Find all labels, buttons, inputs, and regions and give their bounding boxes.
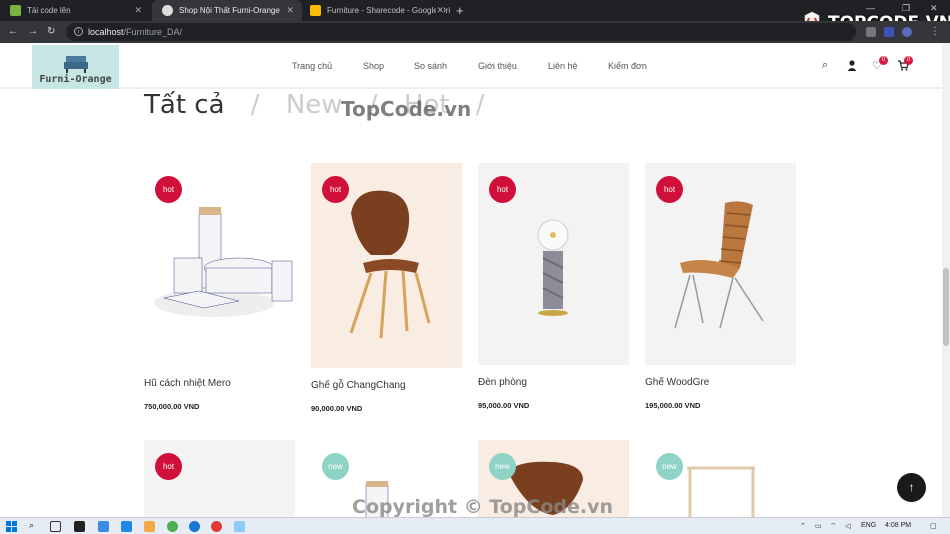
filter-separator: / bbox=[250, 90, 260, 120]
browser-toolbar: ← → ↻ i localhost/Furniture_DA/ ⋮ bbox=[0, 21, 950, 43]
badge-hot: hot bbox=[489, 176, 516, 203]
rack-illustration bbox=[687, 466, 755, 520]
product-image[interactable]: hot bbox=[144, 163, 295, 326]
network-icon[interactable]: ⌔ bbox=[830, 522, 837, 531]
back-icon[interactable]: ← bbox=[8, 26, 18, 37]
nav-about[interactable]: Giới thiệu bbox=[478, 61, 517, 71]
nav-order-check[interactable]: Kiểm đơn bbox=[608, 61, 647, 71]
tab-tai-code[interactable]: Tải code lên ✕ bbox=[0, 0, 150, 21]
task-view-icon[interactable] bbox=[50, 521, 61, 532]
forward-icon[interactable]: → bbox=[28, 26, 38, 37]
badge-hot: hot bbox=[155, 176, 182, 203]
tab-shop[interactable]: Shop Nội Thất Furni-Orange ✕ bbox=[152, 0, 302, 21]
product-name[interactable]: Hũ cách nhiệt Mero bbox=[144, 378, 295, 389]
tray-chevron-icon[interactable]: ⌃ bbox=[800, 522, 806, 530]
badge-new: new bbox=[656, 453, 683, 480]
close-tab-icon[interactable]: ✕ bbox=[436, 5, 444, 16]
badge-hot: hot bbox=[155, 453, 182, 480]
badge-new: new bbox=[489, 453, 516, 480]
product-price: 195,000.00 VND bbox=[645, 401, 701, 410]
product-card[interactable]: hot Ghế WoodGre 195,000.00 VND bbox=[645, 163, 796, 410]
tab-favicon-icon bbox=[10, 5, 21, 16]
copyright-watermark: Copyright © TopCode.vn bbox=[352, 496, 614, 518]
user-icon[interactable] bbox=[847, 60, 857, 71]
app-icon[interactable] bbox=[167, 521, 178, 532]
nav-contact[interactable]: Liên hệ bbox=[548, 61, 578, 71]
language-indicator[interactable]: ENG bbox=[861, 522, 876, 529]
search-icon[interactable]: ⌕ bbox=[29, 520, 34, 531]
site-info-icon[interactable]: i bbox=[74, 27, 83, 36]
badge-new: new bbox=[322, 453, 349, 480]
close-tab-icon[interactable]: ✕ bbox=[134, 5, 142, 16]
battery-icon[interactable]: ▭ bbox=[815, 522, 822, 530]
app-icon[interactable] bbox=[121, 521, 132, 532]
app-icon[interactable] bbox=[234, 521, 245, 532]
volume-icon[interactable]: ◁ bbox=[845, 522, 850, 530]
clock[interactable]: 4:08 PM bbox=[885, 522, 911, 529]
product-image[interactable]: hot bbox=[311, 163, 462, 368]
product-card[interactable]: hot Hũ cách nhiệt Mero 750,000.00 VND bbox=[144, 163, 295, 411]
app-icon[interactable] bbox=[98, 521, 109, 532]
app-icon[interactable] bbox=[144, 521, 155, 532]
page-scrollbar[interactable] bbox=[942, 43, 950, 517]
windows-taskbar: ⌕ ⌃ ▭ ⌔ ◁ ENG 4:08 PM ▢ bbox=[0, 517, 950, 534]
cart-count-badge: 0 bbox=[904, 56, 913, 65]
chrome-icon[interactable] bbox=[211, 521, 222, 532]
url-path: /Furniture_DA/ bbox=[123, 27, 183, 37]
product-price: 95,000.00 VND bbox=[478, 401, 530, 410]
app-h-icon[interactable] bbox=[74, 521, 85, 532]
product-image[interactable]: hot bbox=[645, 163, 796, 365]
extension-icon[interactable] bbox=[866, 27, 876, 37]
tab-favicon-icon bbox=[310, 5, 321, 16]
site-logo[interactable]: Furni-Orange bbox=[32, 45, 119, 89]
tab-title: Tải code lên bbox=[27, 6, 71, 15]
filter-all[interactable]: Tất cả bbox=[144, 90, 225, 120]
site-header: Furni-Orange Trang chủ Shop So sánh Giới… bbox=[0, 43, 942, 89]
filter-separator: / bbox=[475, 90, 485, 120]
product-name[interactable]: Ghế gỗ ChangChang bbox=[311, 380, 462, 391]
nav-compare[interactable]: So sánh bbox=[414, 61, 447, 71]
logo-text: Furni-Orange bbox=[39, 74, 112, 85]
search-icon[interactable]: ⌕ bbox=[822, 59, 828, 72]
browser-menu-icon[interactable]: ⋮ bbox=[930, 26, 940, 37]
windows-start-icon[interactable] bbox=[6, 521, 17, 532]
badge-hot: hot bbox=[322, 176, 349, 203]
close-tab-icon[interactable]: ✕ bbox=[286, 5, 294, 16]
profile-avatar-icon[interactable] bbox=[902, 27, 912, 37]
tab-title: Furniture - Sharecode - Google Dri bbox=[327, 6, 451, 15]
product-image[interactable]: hot bbox=[144, 440, 295, 520]
tab-favicon-icon bbox=[162, 5, 173, 16]
tab-drive[interactable]: Furniture - Sharecode - Google Dri ✕ bbox=[300, 0, 452, 21]
address-bar[interactable]: i localhost/Furniture_DA/ bbox=[66, 23, 856, 41]
product-card[interactable]: new bbox=[645, 440, 796, 520]
watermark-text: TopCode.vn bbox=[341, 97, 472, 121]
sofa-logo-icon bbox=[63, 56, 88, 73]
product-price: 90,000.00 VND bbox=[311, 404, 363, 413]
reload-icon[interactable]: ↻ bbox=[47, 26, 55, 37]
nav-shop[interactable]: Shop bbox=[363, 61, 384, 71]
product-image[interactable]: new bbox=[645, 440, 796, 520]
product-image[interactable]: hot bbox=[478, 163, 629, 365]
nav-home[interactable]: Trang chủ bbox=[292, 61, 332, 71]
product-price: 750,000.00 VND bbox=[144, 402, 200, 411]
url-host: localhost bbox=[88, 27, 124, 37]
product-name[interactable]: Đèn phòng bbox=[478, 377, 629, 388]
edge-icon[interactable] bbox=[189, 521, 200, 532]
notification-icon[interactable]: ▢ bbox=[930, 522, 937, 530]
product-card[interactable]: hot Ghế gỗ ChangChang 90,000.00 VND bbox=[311, 163, 462, 413]
scrollbar-thumb[interactable] bbox=[943, 268, 949, 346]
tab-title: Shop Nội Thất Furni-Orange bbox=[179, 6, 280, 15]
product-name[interactable]: Ghế WoodGre bbox=[645, 377, 796, 388]
extension-icon[interactable] bbox=[884, 27, 894, 37]
badge-hot: hot bbox=[656, 176, 683, 203]
wishlist-count-badge: 0 bbox=[879, 56, 888, 65]
new-tab-button[interactable]: + bbox=[456, 3, 464, 18]
back-to-top-button[interactable]: ↑ bbox=[897, 473, 926, 502]
product-card[interactable]: hot Đèn phòng 95,000.00 VND bbox=[478, 163, 629, 410]
product-card[interactable]: hot bbox=[144, 440, 295, 520]
filter-new[interactable]: New bbox=[286, 90, 343, 120]
